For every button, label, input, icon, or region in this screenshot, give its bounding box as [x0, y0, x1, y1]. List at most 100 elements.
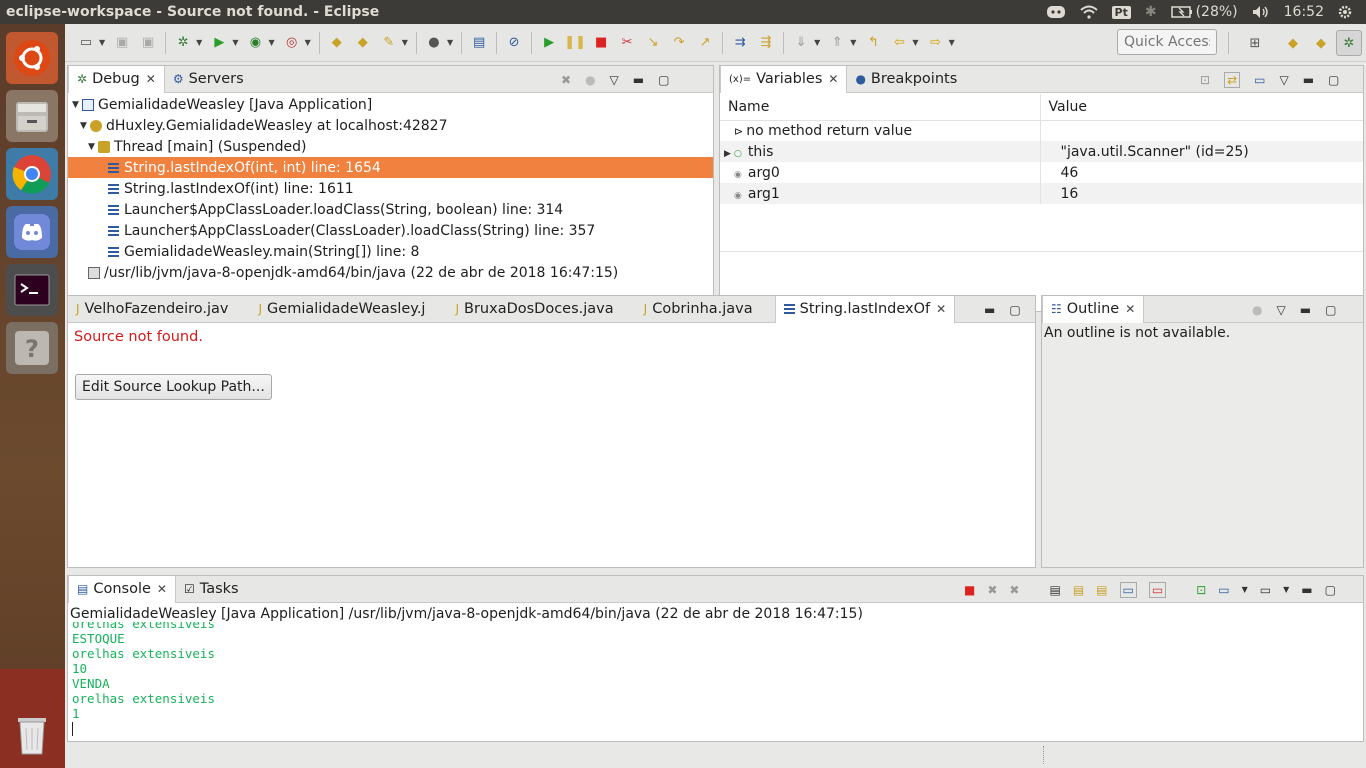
forward-icon[interactable]: ⇨	[926, 33, 946, 53]
collapse-all-icon[interactable]: ▭	[1254, 73, 1265, 87]
close-icon[interactable]: ✕	[936, 302, 946, 316]
detail-pane-divider[interactable]	[720, 251, 1363, 252]
quick-access-input[interactable]	[1117, 29, 1217, 55]
stack-frame-item[interactable]: String.lastIndexOf(int, int) line: 1654	[68, 157, 713, 178]
new-dropdown-icon[interactable]: ▼	[99, 38, 105, 47]
show-type-names-icon[interactable]: ⊡	[1200, 73, 1210, 87]
minimize-icon[interactable]: ▬	[984, 303, 995, 317]
tab-gemialidadeweasley[interactable]: J GemialidadeWeasley.j	[251, 296, 434, 323]
external-tools-icon[interactable]: ◎	[282, 33, 302, 53]
console-output[interactable]: orelhas extensiveis ESTOQUE orelhas exte…	[72, 622, 215, 740]
display-selected-console-icon[interactable]: ▭	[1218, 583, 1229, 597]
close-icon[interactable]: ✕	[1125, 302, 1135, 316]
table-row[interactable]: ▶ ○ this "java.util.Scanner" (id=25)	[720, 141, 1363, 162]
open-console-icon[interactable]: ▭	[1260, 583, 1271, 597]
close-icon[interactable]: ✕	[157, 582, 167, 596]
open-type-icon[interactable]: ◆	[353, 33, 373, 53]
minimize-icon[interactable]: ▬	[1303, 73, 1314, 87]
perspective-icon[interactable]: ●	[424, 33, 444, 53]
collapse-arrow-icon[interactable]: ▼	[72, 100, 82, 110]
view-menu-icon[interactable]: ▽	[1276, 303, 1285, 317]
files-icon[interactable]	[6, 90, 58, 142]
java-perspective-icon[interactable]: ◆	[1283, 33, 1303, 53]
run-dropdown-icon[interactable]: ▼	[232, 38, 238, 47]
tab-string-lastindexof[interactable]: String.lastIndexOf ✕	[774, 295, 956, 323]
terminate-icon[interactable]: ■	[964, 583, 975, 597]
show-logical-structure-icon[interactable]: ⇄	[1224, 71, 1241, 88]
tree-item-launch[interactable]: ▼ GemialidadeWeasley [Java Application]	[68, 94, 713, 115]
battery-indicator[interactable]: (28%)	[1170, 4, 1238, 20]
next-annotation-dropdown-icon[interactable]: ▼	[814, 38, 820, 47]
display-console-dropdown-icon[interactable]: ▼	[1242, 585, 1248, 594]
search-dropdown-icon[interactable]: ▼	[402, 38, 408, 47]
volume-icon[interactable]	[1252, 5, 1270, 19]
tab-servers[interactable]: ⚙ Servers	[165, 66, 252, 93]
new-package-icon[interactable]: ◆	[327, 33, 347, 53]
column-header-name[interactable]: Name	[720, 94, 1040, 121]
tree-item-target[interactable]: ▼ dHuxley.GemialidadeWeasley at localhos…	[68, 115, 713, 136]
table-row[interactable]: ◉ arg1 16	[720, 183, 1363, 204]
perspective-dropdown-icon[interactable]: ▼	[447, 38, 453, 47]
step-return-icon[interactable]: ↗	[695, 33, 715, 53]
show-console-stderr-icon[interactable]: ▭	[1148, 581, 1167, 598]
tab-breakpoints[interactable]: ● Breakpoints	[847, 66, 965, 93]
terminal-icon[interactable]	[6, 264, 58, 316]
collapse-icon[interactable]: ●	[585, 73, 595, 87]
debug-icon[interactable]: ✲	[173, 33, 193, 53]
last-edit-location-icon[interactable]: ↰	[863, 33, 883, 53]
tab-debug[interactable]: ✲ Debug ✕	[68, 65, 165, 93]
pin-console-icon[interactable]: ⊡	[1196, 583, 1206, 597]
console-toolbar-icon[interactable]: ▤	[469, 33, 489, 53]
maximize-icon[interactable]: ▢	[658, 73, 669, 87]
view-menu-icon[interactable]: ▽	[610, 73, 619, 87]
back-icon[interactable]: ⇦	[889, 33, 909, 53]
chrome-icon[interactable]	[6, 148, 58, 200]
drop-to-frame-icon[interactable]: ⇉	[730, 33, 750, 53]
discord-icon[interactable]	[6, 206, 58, 258]
skip-breakpoints-icon[interactable]: ⊘	[504, 33, 524, 53]
coverage-dropdown-icon[interactable]: ▼	[268, 38, 274, 47]
maximize-icon[interactable]: ▢	[1325, 583, 1336, 597]
discord-tray-icon[interactable]	[1046, 5, 1066, 19]
remove-all-terminated-icon[interactable]: ✖	[561, 73, 571, 87]
maximize-icon[interactable]: ▢	[1009, 303, 1020, 317]
suspend-icon[interactable]: ❚❚	[564, 33, 586, 53]
table-row[interactable]: ◉ arg0 46	[720, 162, 1363, 183]
stack-frame-item[interactable]: Launcher$AppClassLoader(ClassLoader).loa…	[68, 220, 713, 241]
minimize-icon[interactable]: ▬	[1300, 303, 1311, 317]
gear-icon[interactable]	[1338, 5, 1352, 19]
coverage-icon[interactable]: ◉	[245, 33, 265, 53]
tree-item-thread[interactable]: ▼ Thread [main] (Suspended)	[68, 136, 713, 157]
table-row[interactable]: ⊳ no method return value	[720, 120, 1363, 141]
close-icon[interactable]: ✕	[828, 72, 838, 86]
clock[interactable]: 16:52	[1284, 4, 1324, 20]
keyboard-layout-badge[interactable]: Pt	[1111, 5, 1131, 19]
tab-bruxadosdoces[interactable]: J BruxaDosDoces.java	[447, 296, 621, 323]
edit-source-lookup-button[interactable]: Edit Source Lookup Path...	[75, 374, 272, 400]
view-menu-icon[interactable]: ▽	[1279, 73, 1288, 87]
open-console-dropdown-icon[interactable]: ▼	[1283, 585, 1289, 594]
column-header-value[interactable]: Value	[1039, 94, 1363, 121]
tab-variables[interactable]: (x)= Variables ✕	[720, 65, 848, 93]
tab-outline[interactable]: ☷ Outline ✕	[1042, 295, 1145, 323]
minimize-icon[interactable]: ▬	[1301, 583, 1312, 597]
stack-frame-item[interactable]: Launcher$AppClassLoader.loadClass(String…	[68, 199, 713, 220]
disconnect-icon[interactable]: ✂	[617, 33, 637, 53]
forward-dropdown-icon[interactable]: ▼	[949, 38, 955, 47]
previous-annotation-dropdown-icon[interactable]: ▼	[850, 38, 856, 47]
stack-frame-item[interactable]: String.lastIndexOf(int) line: 1611	[68, 178, 713, 199]
open-perspective-icon[interactable]: ⊞	[1245, 33, 1265, 53]
stack-frame-item[interactable]: GemialidadeWeasley.main(String[]) line: …	[68, 241, 713, 262]
collapse-arrow-icon[interactable]: ▼	[88, 142, 98, 152]
step-over-icon[interactable]: ↷	[669, 33, 689, 53]
tab-cobrinha[interactable]: J Cobrinha.java	[636, 296, 761, 323]
scroll-lock-icon[interactable]: ▤	[1073, 583, 1084, 597]
focus-icon[interactable]: ●	[1252, 303, 1262, 317]
expand-arrow-icon[interactable]: ▶	[724, 149, 734, 159]
new-icon[interactable]: ▭	[76, 33, 96, 53]
bluetooth-icon[interactable]: ✱	[1145, 4, 1157, 20]
run-icon[interactable]: ▶	[209, 33, 229, 53]
remove-launch-icon[interactable]: ✖	[987, 583, 997, 597]
save-icon[interactable]: ▣	[112, 33, 132, 53]
tab-console[interactable]: ▤ Console ✕	[68, 575, 176, 603]
